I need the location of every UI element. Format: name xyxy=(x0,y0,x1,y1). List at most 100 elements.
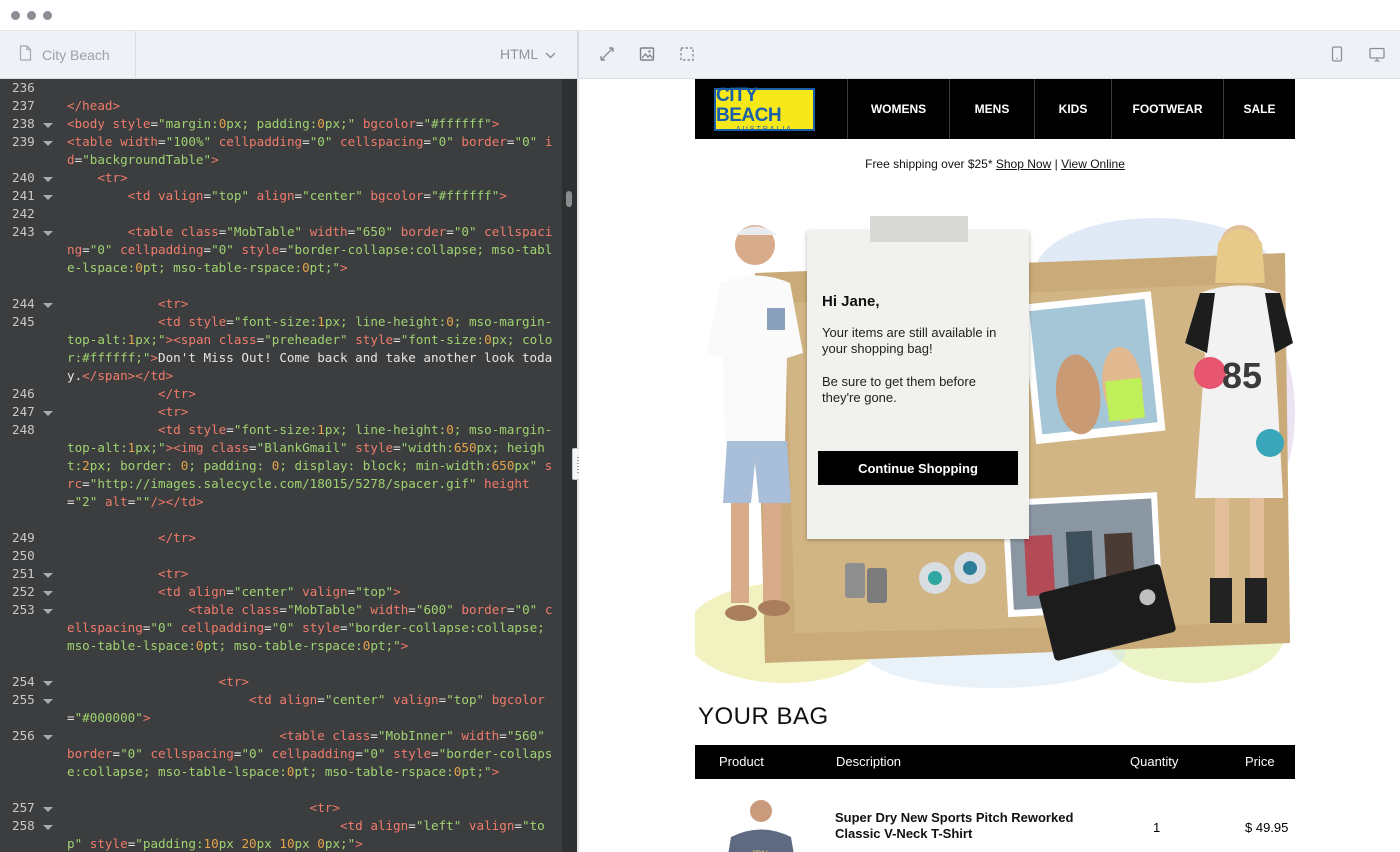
code-text[interactable]: <td valign="top" align="center" bgcolor=… xyxy=(67,187,554,205)
selection-icon[interactable] xyxy=(677,44,697,64)
line-number: 253 xyxy=(12,602,35,617)
header-product: Product xyxy=(719,754,764,769)
code-text[interactable]: <body style="margin:0px; padding:0px;" b… xyxy=(67,115,554,133)
city-beach-logo[interactable]: CITY BEACH AUSTRALIA xyxy=(714,85,815,133)
fold-arrow-icon[interactable] xyxy=(43,303,53,308)
note-text-1: Your items are still available in your s… xyxy=(822,325,997,356)
scrollbar-thumb[interactable] xyxy=(566,191,572,207)
line-number: 250 xyxy=(12,548,35,563)
line-number: 258 xyxy=(12,818,35,833)
line-number: 245 xyxy=(12,314,35,329)
header-description: Description xyxy=(836,754,902,769)
code-text[interactable]: <td style="font-size:1px; line-height:0;… xyxy=(67,313,554,385)
image-icon[interactable] xyxy=(637,44,657,64)
fold-arrow-icon[interactable] xyxy=(43,807,53,812)
your-bag-title: YOUR BAG xyxy=(698,703,829,730)
code-text[interactable]: </tr> xyxy=(67,529,554,547)
expand-icon[interactable] xyxy=(597,44,617,64)
view-online-link[interactable]: View Online xyxy=(1061,157,1125,171)
code-text[interactable]: <tr> xyxy=(67,799,554,817)
continue-shopping-button[interactable]: Continue Shopping xyxy=(818,451,1018,485)
fold-arrow-icon[interactable] xyxy=(43,681,53,686)
code-text[interactable]: <table width="100%" cellpadding="0" cell… xyxy=(67,133,554,169)
line-number: 252 xyxy=(12,584,35,599)
code-text[interactable]: <table class="MobTable" width="650" bord… xyxy=(67,223,554,277)
window-zoom-dot[interactable] xyxy=(43,11,52,20)
nav-footwear[interactable]: FOOTWEAR xyxy=(1111,79,1223,139)
product-thumbnail[interactable]: JPN xyxy=(721,797,801,852)
fold-arrow-icon[interactable] xyxy=(43,123,53,128)
nav-kids[interactable]: KIDS xyxy=(1034,79,1111,139)
fold-arrow-icon[interactable] xyxy=(43,177,53,182)
language-label: HTML xyxy=(500,46,539,62)
item-description[interactable]: Super Dry New Sports Pitch Reworked Clas… xyxy=(835,810,1085,842)
line-number: 246 xyxy=(12,386,35,401)
fold-arrow-icon[interactable] xyxy=(43,141,53,146)
mobile-preview-icon[interactable] xyxy=(1327,44,1347,64)
line-number: 255 xyxy=(12,692,35,707)
code-text[interactable]: <td align="left" valign="top" style="pad… xyxy=(67,817,554,852)
code-text[interactable]: <tr> xyxy=(67,295,554,313)
hero-banner[interactable]: 85 Hi Jane, Your items are still availab… xyxy=(695,213,1295,693)
header-quantity: Quantity xyxy=(1130,754,1179,769)
chevron-down-icon xyxy=(545,46,556,62)
item-quantity: 1 xyxy=(1153,820,1161,835)
line-number: 257 xyxy=(12,800,35,815)
line-number: 239 xyxy=(12,134,35,149)
window-close-dot[interactable] xyxy=(11,11,20,20)
code-text[interactable]: <table class="MobTable" width="600" bord… xyxy=(67,601,554,655)
code-text[interactable]: <tr> xyxy=(67,565,554,583)
code-text[interactable]: <td style="font-size:1px; line-height:0;… xyxy=(67,421,554,511)
line-number: 241 xyxy=(12,188,35,203)
fold-arrow-icon[interactable] xyxy=(43,609,53,614)
fold-arrow-icon[interactable] xyxy=(43,411,53,416)
bag-item-row[interactable]: JPN Super Dry New Sports Pitch Reworked … xyxy=(695,791,1295,852)
window-minimize-dot[interactable] xyxy=(27,11,36,20)
fold-arrow-icon[interactable] xyxy=(43,573,53,578)
free-shipping-text: Free shipping over $25* xyxy=(865,157,993,171)
note-card: Hi Jane, Your items are still available … xyxy=(807,231,1029,539)
nav-mens[interactable]: MENS xyxy=(949,79,1034,139)
code-editor[interactable]: 236 237 </head> 238 <body style="margin:0px;… xyxy=(0,79,562,852)
line-number: 237 xyxy=(12,98,35,113)
desktop-preview-icon[interactable] xyxy=(1367,44,1387,64)
toolbar-divider xyxy=(577,31,579,78)
header-price: Price xyxy=(1245,754,1275,769)
fold-arrow-icon[interactable] xyxy=(43,591,53,596)
code-text[interactable]: </tr> xyxy=(67,385,554,403)
fold-arrow-icon[interactable] xyxy=(43,735,53,740)
document-icon xyxy=(19,45,32,64)
fold-arrow-icon[interactable] xyxy=(43,825,53,830)
email-nav: CITY BEACH AUSTRALIA WOMENS MENS KIDS FO… xyxy=(695,79,1295,139)
fold-arrow-icon[interactable] xyxy=(43,699,53,704)
language-select[interactable]: HTML xyxy=(500,46,556,62)
file-tab[interactable]: City Beach xyxy=(0,31,136,78)
tape-decoration xyxy=(870,216,968,242)
nav-sale[interactable]: SALE xyxy=(1223,79,1295,139)
line-number: 243 xyxy=(12,224,35,239)
code-text[interactable]: <td align="center" valign="top"> xyxy=(67,583,554,601)
line-number: 238 xyxy=(12,116,35,131)
code-text[interactable]: <table class="MobInner" width="560" bord… xyxy=(67,727,554,781)
line-number: 242 xyxy=(12,206,35,221)
fold-arrow-icon[interactable] xyxy=(43,231,53,236)
email-preview: CITY BEACH AUSTRALIA WOMENS MENS KIDS FO… xyxy=(579,79,1400,852)
svg-text:85: 85 xyxy=(1222,355,1262,396)
line-number: 256 xyxy=(12,728,35,743)
nav-womens[interactable]: WOMENS xyxy=(847,79,949,139)
code-text[interactable]: </head> xyxy=(67,97,554,115)
line-number: 249 xyxy=(12,530,35,545)
line-number: 254 xyxy=(12,674,35,689)
bag-table-header: Product Description Quantity Price xyxy=(695,745,1295,779)
code-text[interactable]: <td align="center" valign="top" bgcolor=… xyxy=(67,691,554,727)
line-number: 248 xyxy=(12,422,35,437)
preheader: Free shipping over $25* Shop Now | View … xyxy=(695,157,1295,171)
shop-now-link[interactable]: Shop Now xyxy=(996,157,1051,171)
line-number: 244 xyxy=(12,296,35,311)
code-text[interactable]: <tr> xyxy=(67,673,554,691)
preheader-separator: | xyxy=(1054,157,1058,171)
code-text[interactable]: <tr> xyxy=(67,403,554,421)
fold-arrow-icon[interactable] xyxy=(43,195,53,200)
note-text-2: Be sure to get them before they're gone. xyxy=(822,374,976,405)
code-text[interactable]: <tr> xyxy=(67,169,554,187)
